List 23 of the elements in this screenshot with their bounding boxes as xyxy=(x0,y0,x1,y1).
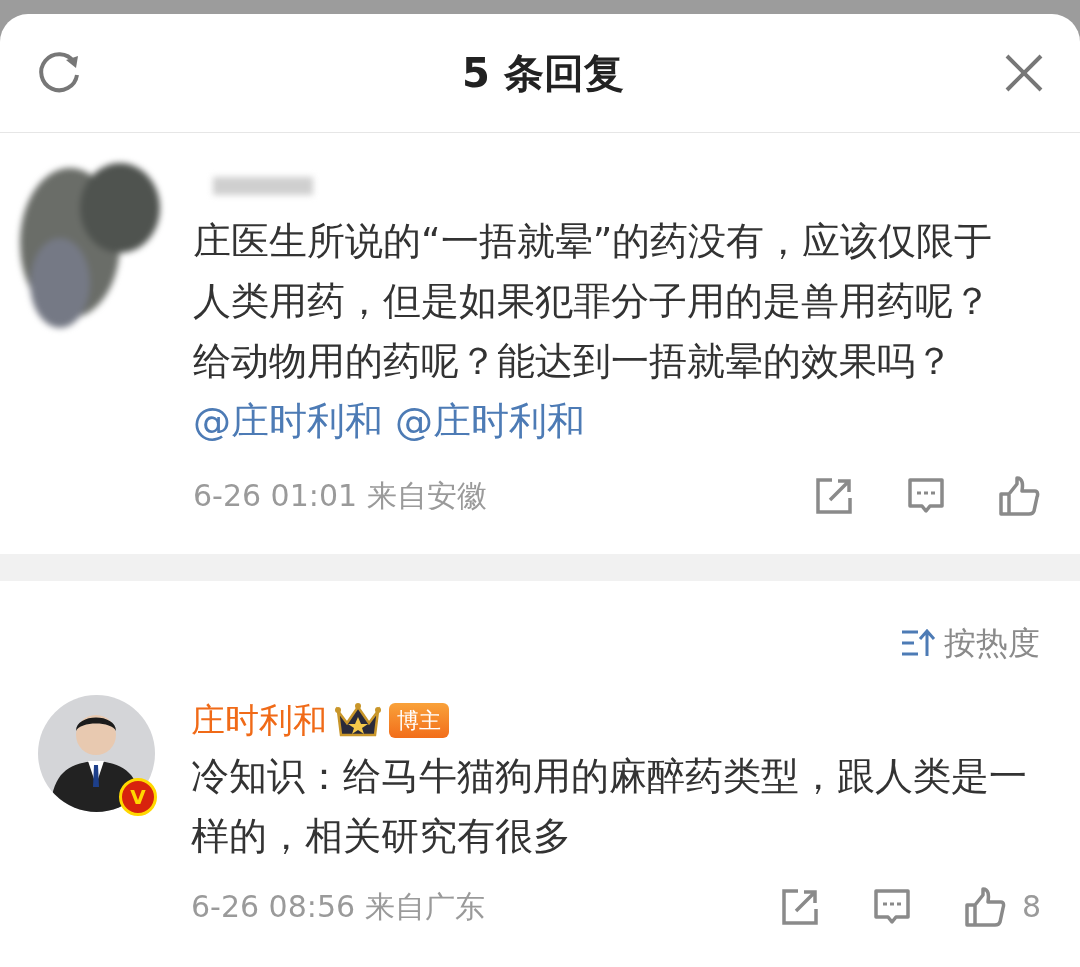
comment-text: 庄医生所说的“一捂就晕”的药没有，应该仅限于人类用药，但是如果犯罪分子用的是兽用药呢？给动物用的药呢？能达到一捂就晕的效果吗？ @庄时利和 @庄时利和 xyxy=(193,218,994,445)
sort-button[interactable]: 按热度 xyxy=(900,619,1040,667)
sort-icon xyxy=(900,628,936,658)
like-button[interactable]: 8 xyxy=(963,884,1041,929)
verified-badge: V xyxy=(119,778,157,816)
dialog-title: 5 条回复 xyxy=(462,49,624,98)
share-icon xyxy=(814,475,854,516)
thumbs-up-icon xyxy=(998,474,1040,517)
thumbs-up-icon xyxy=(963,885,1006,928)
reply-text: 冷知识：给马牛猫狗用的麻醉药类型，跟人类是一样的，相关研究有很多 xyxy=(191,753,1028,860)
comment-button[interactable] xyxy=(871,886,912,927)
like-button[interactable] xyxy=(998,474,1040,517)
author-name[interactable]: 庄时利和 xyxy=(191,695,327,746)
blogger-badge: 博主 xyxy=(389,703,449,738)
comment-meta: 6-26 01:01 来自安徽 xyxy=(193,477,488,515)
share-icon xyxy=(779,886,820,927)
comment-icon xyxy=(871,886,912,927)
reply-meta: 6-26 08:56 来自广东 xyxy=(191,888,486,926)
close-icon[interactable] xyxy=(1004,53,1044,93)
mention-link[interactable]: @庄时利和 xyxy=(395,399,586,443)
mention-link[interactable]: @庄时利和 xyxy=(193,399,383,443)
share-button[interactable] xyxy=(779,886,820,927)
comment-icon xyxy=(906,475,946,516)
